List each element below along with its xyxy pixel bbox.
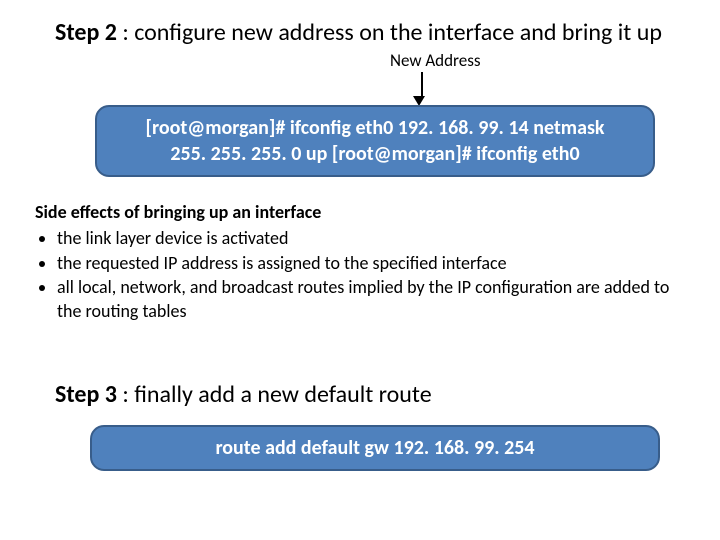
command1-line1: [root@morgan]# ifconfig eth0 192. 168. 9…	[113, 115, 637, 141]
step2-rest: : configure new address on the interface…	[117, 18, 662, 47]
step3-label: Step 3	[55, 380, 117, 409]
command2-text: route add default gw 192. 168. 99. 254	[215, 436, 534, 460]
command-box-ifconfig: [root@morgan]# ifconfig eth0 192. 168. 9…	[95, 105, 655, 177]
side-effects-heading: Side effects of bringing up an interface	[35, 200, 685, 224]
arrow-down-icon	[418, 72, 425, 106]
list-item: the requested IP address is assigned to …	[57, 251, 685, 275]
command1-line2: 255. 255. 255. 0 up [root@morgan]# ifcon…	[113, 141, 637, 167]
command-box-route: route add default gw 192. 168. 99. 254	[90, 425, 660, 471]
list-item: the link layer device is activated	[57, 226, 685, 250]
list-item: all local, network, and broadcast routes…	[57, 275, 685, 324]
step2-label: Step 2	[55, 18, 117, 47]
side-effects-list: the link layer device is activated the r…	[35, 226, 685, 323]
step3-rest: : finally add a new default route	[117, 380, 432, 409]
side-effects-block: Side effects of bringing up an interface…	[35, 200, 685, 323]
step3-heading: Step 3 : finally add a new default route	[55, 380, 432, 409]
step2-heading: Step 2 : configure new address on the in…	[55, 18, 665, 48]
new-address-label: New Address	[390, 50, 481, 71]
